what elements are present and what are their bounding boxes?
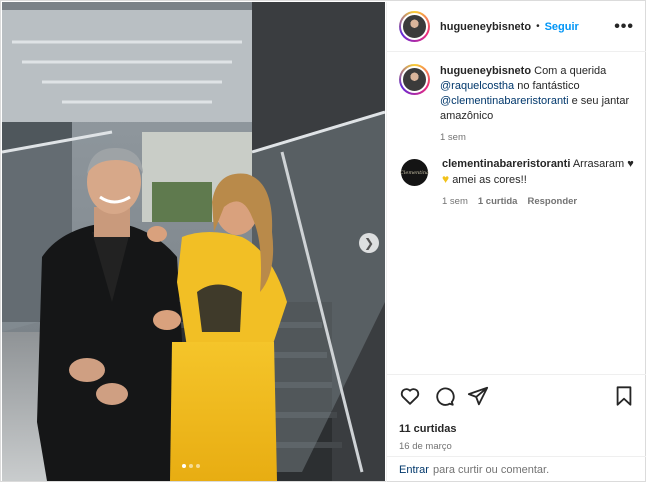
share-icon[interactable]: [467, 385, 489, 407]
login-link[interactable]: Entrar: [399, 464, 429, 476]
comment-item: Clementina clementinabareristoranti Arra…: [399, 157, 634, 207]
caption: hugueneybisneto Com a querida @raquelcos…: [399, 64, 634, 143]
comment-icon[interactable]: [433, 385, 455, 407]
yellow-heart-icon: ♥: [442, 172, 450, 186]
mention-link[interactable]: @raquelcostha: [440, 80, 514, 92]
comment-text-part: amei as cores!!: [452, 174, 527, 186]
bookmark-icon[interactable]: [613, 385, 635, 407]
chevron-right-icon: ❯: [363, 236, 375, 250]
commenter-avatar-text: Clementina: [399, 169, 430, 176]
photo-illustration: [2, 2, 385, 481]
mention-link[interactable]: @clementinabareristoranti: [440, 95, 569, 107]
login-prompt-text: para curtir ou comentar.: [432, 463, 550, 476]
black-heart-icon: ♥: [627, 158, 634, 170]
likes-count[interactable]: 11 curtidas: [399, 423, 635, 435]
carousel-dots: [182, 464, 200, 468]
reply-button[interactable]: Responder: [527, 196, 577, 207]
action-icons: [399, 383, 635, 409]
comment-time[interactable]: 1 sem: [442, 196, 468, 207]
caption-time[interactable]: 1 sem: [440, 132, 466, 143]
author-avatar[interactable]: [399, 11, 430, 42]
carousel-next-button[interactable]: ❯: [359, 233, 379, 253]
comments-section: hugueneybisneto Com a querida @raquelcos…: [387, 52, 646, 207]
comment-likes[interactable]: 1 curtida: [478, 196, 518, 207]
comment-text: clementinabareristoranti Arrasaram ♥ ♥ a…: [442, 157, 634, 188]
comment-meta: 1 sem 1 curtida Responder: [442, 196, 634, 207]
post-header: hugueneybisneto • Seguir •••: [387, 2, 646, 52]
more-options-icon[interactable]: •••: [614, 18, 634, 36]
caption-text-part: no fantástico: [517, 80, 580, 92]
post-actions: 11 curtidas 16 de março: [387, 374, 646, 452]
caption-meta: 1 sem: [440, 132, 634, 143]
login-to-comment: Entrar para curtir ou comentar.: [387, 456, 646, 482]
carousel-dot: [189, 464, 193, 468]
caption-avatar[interactable]: [399, 64, 430, 95]
commenter-avatar[interactable]: Clementina: [399, 159, 430, 186]
post-photo[interactable]: ❯: [2, 2, 385, 481]
comment-text-part: Arrasaram: [572, 158, 625, 170]
author-username[interactable]: hugueneybisneto: [440, 21, 531, 33]
carousel-dot: [196, 464, 200, 468]
caption-text: hugueneybisneto Com a querida @raquelcos…: [440, 64, 634, 124]
caption-username[interactable]: hugueneybisneto: [440, 65, 531, 77]
commenter-username[interactable]: clementinabareristoranti: [442, 158, 570, 170]
header-separator: •: [536, 21, 540, 32]
like-icon[interactable]: [399, 385, 421, 407]
post-panel: hugueneybisneto • Seguir ••• hugueneybis…: [386, 2, 646, 482]
post-date[interactable]: 16 de março: [399, 441, 635, 452]
carousel-dot: [182, 464, 186, 468]
post-frame: ❯ hugueneybisneto • Seguir ••• hugueneyb…: [0, 0, 646, 482]
caption-text-part: Com a querida: [534, 65, 607, 77]
follow-button[interactable]: Seguir: [545, 21, 579, 33]
